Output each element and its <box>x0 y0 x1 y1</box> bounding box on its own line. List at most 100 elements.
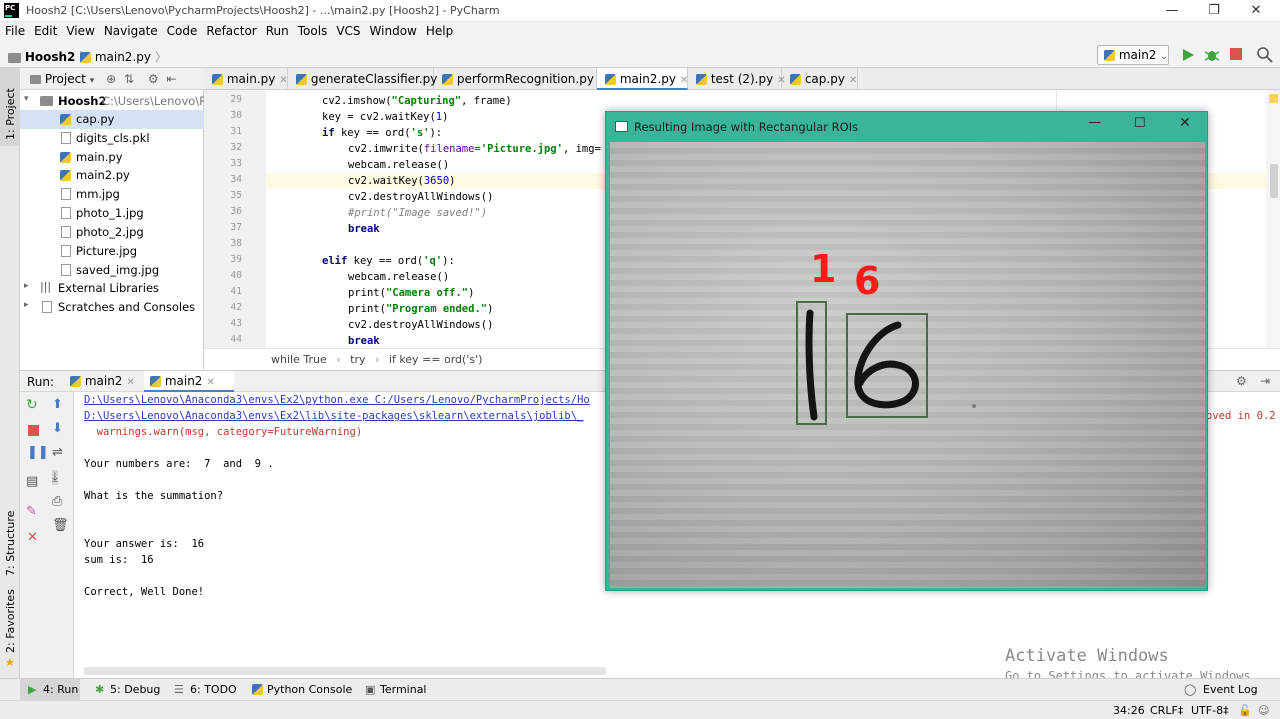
scroll-thumb[interactable] <box>1270 164 1278 198</box>
close-tab-icon[interactable]: ✕ <box>279 75 287 86</box>
close-button[interactable]: ✕ <box>1236 0 1276 22</box>
todo-tool-button[interactable]: 6: TODO <box>190 683 237 696</box>
tab-label: test (2).py <box>710 72 774 86</box>
tree-item-main2-py[interactable]: main2.py <box>20 166 204 185</box>
menu-refactor[interactable]: Refactor <box>201 22 260 38</box>
console-line[interactable]: D:\Users\Lenovo\Anaconda3\envs\Ex2\lib\s… <box>84 410 583 422</box>
breadcrumb-item[interactable]: while True <box>271 353 327 366</box>
tab-cap-py[interactable]: cap.py ✕ <box>782 68 858 90</box>
editor-scrollbar[interactable] <box>1266 90 1280 348</box>
tab-main-py[interactable]: main.py ✕ <box>204 68 288 90</box>
locate-icon[interactable]: ⊕ <box>106 72 116 86</box>
opencv-result-window[interactable]: Resulting Image with Rectangular ROIs — … <box>605 111 1208 591</box>
tree-item-scratches[interactable]: ▸ Scratches and Consoles <box>20 298 204 317</box>
favorites-tool-tab[interactable]: 2: Favorites ★ <box>0 589 20 678</box>
print-icon[interactable]: ⎙ <box>52 494 62 509</box>
menu-file[interactable]: File <box>0 22 29 38</box>
close-tab-icon[interactable]: ✕ <box>206 377 214 388</box>
menu-vcs[interactable]: VCS <box>331 22 364 38</box>
minimize-button[interactable]: — <box>1152 0 1192 22</box>
cv-minimize-button[interactable]: — <box>1088 115 1101 130</box>
hide-panel-icon[interactable]: ⇤ <box>166 72 176 86</box>
pin-icon[interactable]: ✎ <box>26 504 37 519</box>
event-log-button[interactable]: Event Log <box>1203 683 1258 696</box>
line-separator[interactable]: CRLF‡ <box>1150 704 1183 717</box>
tree-item-cap-py[interactable]: cap.py <box>20 110 204 129</box>
tree-item-external-libraries[interactable]: ▸ ||| External Libraries <box>20 279 204 298</box>
scratches-icon <box>42 301 52 313</box>
tab-perform-recognition[interactable]: performRecognition.py✕ <box>434 68 606 90</box>
run-tab[interactable]: main2 ✕ <box>68 371 142 392</box>
breadcrumb-item[interactable]: try <box>350 353 365 366</box>
caret-position[interactable]: 34:26 <box>1113 704 1145 717</box>
project-view-select[interactable]: Project <box>45 72 86 86</box>
tree-item-photo1-jpg[interactable]: photo_1.jpg <box>20 204 204 223</box>
tree-item-mm-jpg[interactable]: mm.jpg <box>20 185 204 204</box>
image-speck <box>972 404 976 408</box>
stop-icon[interactable] <box>1230 48 1242 60</box>
cv-maximize-button[interactable]: ☐ <box>1134 116 1146 131</box>
tree-item-label: External Libraries <box>58 281 160 295</box>
terminal-button[interactable]: Terminal <box>380 683 427 696</box>
run-tool-button[interactable]: ▶ 4: Run <box>20 679 80 700</box>
soft-wrap-icon[interactable]: ⇌ <box>52 445 63 460</box>
lock-icon[interactable]: 🔓 <box>1238 704 1252 717</box>
menu-navigate[interactable]: Navigate <box>99 22 162 38</box>
cv-close-button[interactable]: ✕ <box>1179 115 1191 131</box>
tab-generate-classifier[interactable]: generateClassifier.py✕ <box>288 68 450 90</box>
arrow-up-icon[interactable]: ⬆ <box>52 397 63 412</box>
menu-window[interactable]: Window <box>365 22 421 38</box>
menu-edit[interactable]: Edit <box>29 22 61 38</box>
close-icon[interactable]: ✕ <box>27 530 38 545</box>
menu-run[interactable]: Run <box>261 22 293 38</box>
gear-icon[interactable]: ⚙ <box>1236 374 1247 388</box>
python-file-icon <box>605 74 616 85</box>
layout-icon[interactable]: ▤ <box>26 474 38 489</box>
run-tab-active[interactable]: main2 ✕ <box>144 371 234 392</box>
breadcrumb-item[interactable]: if key == ord('s') <box>389 353 483 366</box>
menu-tools[interactable]: Tools <box>293 22 332 38</box>
search-icon[interactable] <box>1256 46 1274 64</box>
tree-root[interactable]: ▾ Hoosh2 C:\Users\Lenovo\Py <box>20 92 213 111</box>
inspector-icon[interactable]: ☺ <box>1258 704 1269 717</box>
pause-icon[interactable]: ❚❚ <box>27 445 49 460</box>
run-config-select[interactable]: main2 ⌄ <box>1097 45 1169 65</box>
scroll-end-icon[interactable]: ⤓ <box>52 470 58 485</box>
breadcrumb-project[interactable]: Hoosh2 〉 <box>8 48 91 65</box>
tab-main2-py[interactable]: main2.py ✕ <box>597 68 688 90</box>
tree-item-photo2-jpg[interactable]: photo_2.jpg <box>20 223 204 242</box>
handwritten-digit-right <box>854 321 919 409</box>
stop-icon[interactable] <box>28 425 39 436</box>
breadcrumb-file[interactable]: main2.py 〉 <box>80 48 167 65</box>
python-console-button[interactable]: Python Console <box>267 683 352 696</box>
menu-view[interactable]: View <box>61 22 98 38</box>
project-tool-tab[interactable]: 1: Project <box>0 68 20 146</box>
run-label: Run: <box>27 375 55 389</box>
restore-button[interactable]: ❐ <box>1194 0 1234 22</box>
debug-icon[interactable] <box>1204 46 1220 64</box>
rerun-icon[interactable]: ↻ <box>26 397 38 413</box>
debug-tool-button[interactable]: 5: Debug <box>110 683 160 696</box>
arrow-down-icon[interactable]: ⬇ <box>52 421 63 436</box>
python-file-icon <box>296 74 307 85</box>
handwritten-digit-left <box>805 309 818 421</box>
menu-code[interactable]: Code <box>162 22 202 38</box>
code-keyword: break <box>348 223 380 235</box>
console-hscrollbar[interactable] <box>84 667 606 675</box>
run-icon[interactable] <box>1180 46 1196 64</box>
file-encoding[interactable]: UTF-8‡ <box>1191 704 1229 717</box>
gear-icon[interactable]: ⚙ <box>148 72 159 86</box>
tree-item-main-py[interactable]: main.py <box>20 148 204 167</box>
console-line[interactable]: D:\Users\Lenovo\Anaconda3\envs\Ex2\pytho… <box>84 394 590 406</box>
menu-help[interactable]: Help <box>421 22 457 38</box>
hide-panel-icon[interactable]: ⇥ <box>1260 374 1270 388</box>
tree-item-saved-img-jpg[interactable]: saved_img.jpg <box>20 261 204 280</box>
tab-test2-py[interactable]: test (2).py ✕ <box>688 68 786 90</box>
close-tab-icon[interactable]: ✕ <box>126 377 134 388</box>
trash-icon[interactable]: 🗑 <box>52 518 69 533</box>
tree-item-picture-jpg[interactable]: Picture.jpg <box>20 242 204 261</box>
close-tab-icon[interactable]: ✕ <box>849 75 857 86</box>
tree-item-digits-pkl[interactable]: digits_cls.pkl <box>20 129 204 148</box>
terminal-icon: ▣ <box>365 683 376 696</box>
collapse-icon[interactable]: ⇅ <box>124 72 134 86</box>
